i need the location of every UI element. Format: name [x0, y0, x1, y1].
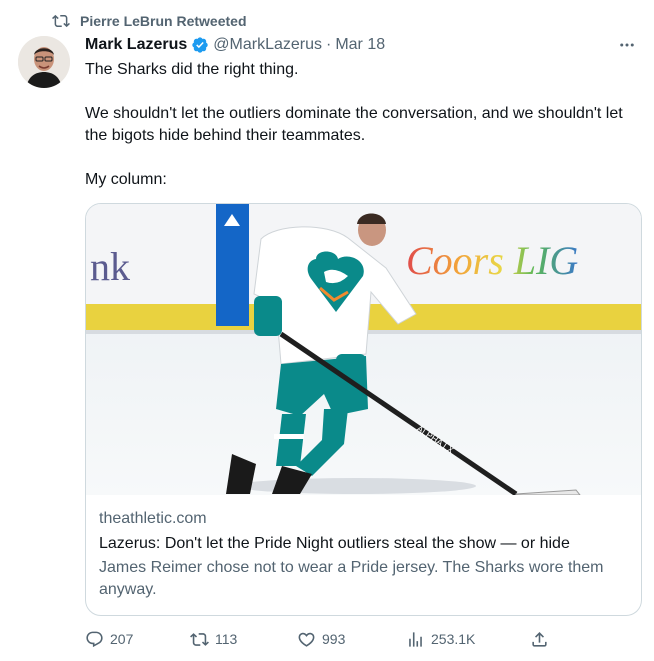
card-title: Lazerus: Don't let the Pride Night outli… — [99, 535, 570, 552]
more-options-icon — [620, 43, 634, 47]
separator-dot: · — [325, 36, 332, 53]
retweet-icon — [52, 14, 70, 28]
link-card[interactable]: nk Coors LIG ALPHA LX theathletic.com La… — [85, 203, 642, 616]
like-count: 993 — [322, 631, 346, 647]
sponsor-board-text: Coors LIG — [406, 238, 578, 283]
tweet-line-2: We shouldn't let the outliers dominate t… — [85, 105, 623, 144]
retweet-banner[interactable]: Pierre LeBrun Retweeted — [52, 11, 247, 31]
bar-chart-icon — [409, 631, 422, 647]
author-handle[interactable]: @MarkLazerus — [213, 36, 322, 54]
tweet-line-3: My column: — [85, 171, 167, 188]
share-icon — [532, 631, 547, 647]
share-button[interactable] — [530, 630, 549, 649]
views-button[interactable]: 253.1K — [406, 630, 475, 649]
card-image[interactable]: nk Coors LIG ALPHA LX — [86, 204, 641, 495]
view-count: 253.1K — [431, 631, 476, 647]
avatar[interactable] — [18, 36, 70, 88]
tweet-header: Mark Lazerus @MarkLazerus · Mar 18 — [85, 34, 638, 56]
reply-count: 207 — [110, 631, 134, 647]
card-description: James Reimer chose not to wear a Pride j… — [99, 559, 604, 598]
tweet-date[interactable]: Mar 18 — [335, 36, 385, 54]
tweet-line-1: The Sharks did the right thing. — [85, 61, 299, 78]
tweet-actions: 207 113 993 253.1K — [85, 624, 555, 654]
heart-icon — [298, 632, 315, 647]
retweet-button[interactable]: 113 — [190, 630, 237, 649]
reply-button[interactable]: 207 — [85, 630, 133, 649]
retweet-icon — [190, 632, 209, 646]
card-meta: theathletic.com Lazerus: Don't let the P… — [99, 508, 629, 601]
retweet-banner-text: Pierre LeBrun Retweeted — [80, 13, 247, 29]
tweet-text: The Sharks did the right thing. We shoul… — [85, 59, 645, 191]
more-options-button[interactable] — [616, 34, 638, 56]
arena-board-text: nk — [90, 244, 130, 289]
like-button[interactable]: 993 — [297, 630, 345, 649]
reply-icon — [86, 631, 103, 647]
card-domain: theathletic.com — [99, 510, 207, 527]
author-name[interactable]: Mark Lazerus — [85, 36, 187, 54]
retweet-count: 113 — [215, 631, 238, 647]
verified-badge-icon — [192, 37, 208, 53]
